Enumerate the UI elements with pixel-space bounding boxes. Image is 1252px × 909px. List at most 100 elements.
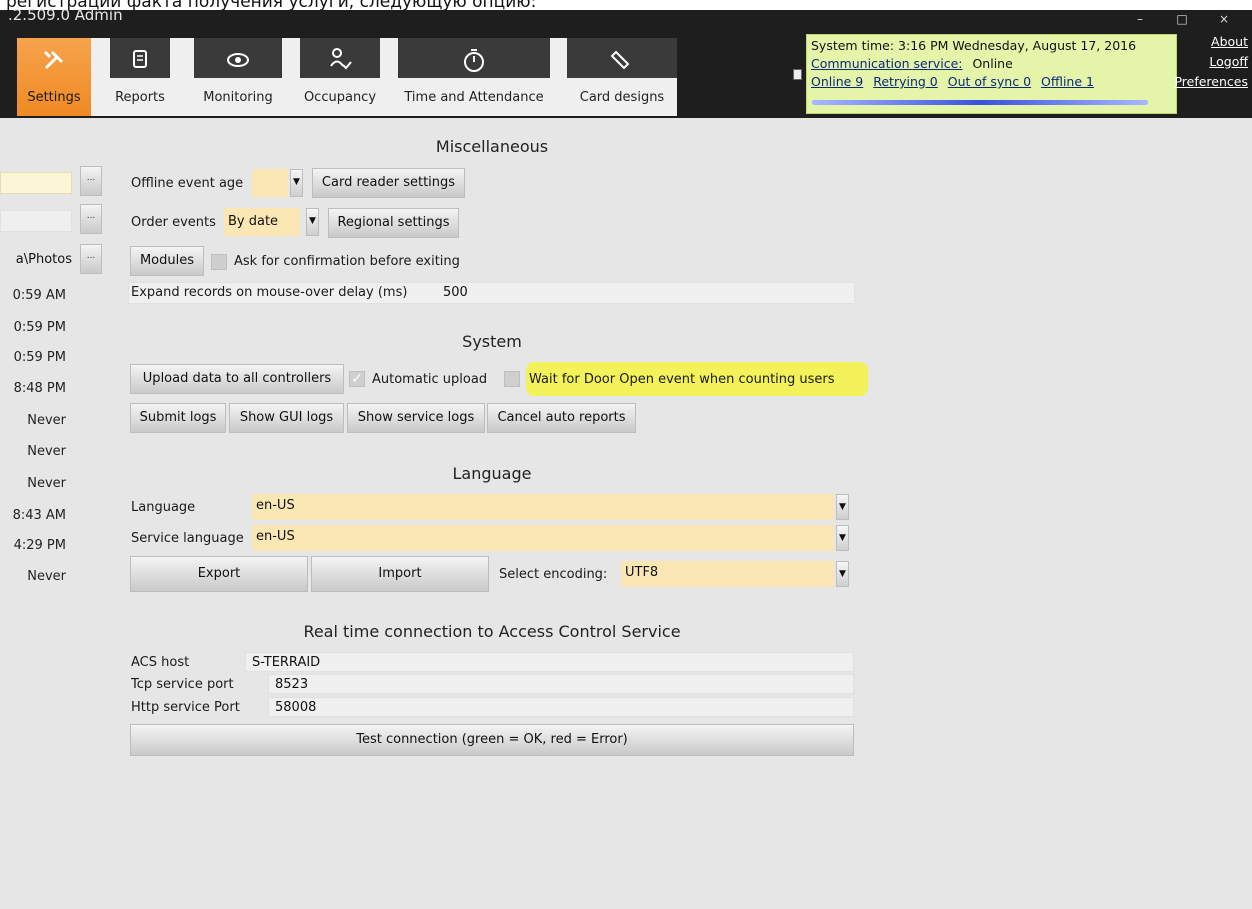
- chevron-down-icon[interactable]: ▼: [836, 561, 849, 587]
- submit-logs-button[interactable]: Submit logs: [130, 403, 226, 433]
- comm-service-value: Online: [972, 56, 1013, 71]
- left-value: 0:59 PM: [13, 320, 66, 335]
- modules-button[interactable]: Modules: [130, 246, 204, 276]
- offline-link[interactable]: Offline 1: [1041, 74, 1094, 89]
- encoding-select[interactable]: UTF8: [621, 561, 834, 587]
- panel-toggle[interactable]: [793, 69, 802, 80]
- comm-service-line: Communication service: Online: [811, 55, 1013, 73]
- tab-time-and-attendance[interactable]: Time and Attendance: [398, 38, 550, 116]
- tab-label: Time and Attendance: [404, 90, 544, 105]
- system-time-value: 3:16 PM Wednesday, August 17, 2016: [898, 38, 1137, 53]
- ask-confirm-checkbox[interactable]: [211, 254, 227, 270]
- online-link[interactable]: Online 9: [811, 74, 863, 89]
- card-reader-settings-button[interactable]: Card reader settings: [312, 168, 465, 198]
- language-select[interactable]: en-US: [252, 494, 834, 520]
- ask-confirm-label: Ask for confirmation before exiting: [234, 254, 460, 269]
- offline-event-age-label: Offline event age: [131, 176, 244, 191]
- offline-event-age-select[interactable]: [252, 169, 288, 197]
- person-check-icon: [300, 44, 380, 80]
- test-connection-button[interactable]: Test connection (green = OK, red = Error…: [130, 724, 854, 756]
- about-link[interactable]: About: [1211, 34, 1248, 49]
- left-value: Never: [27, 569, 66, 584]
- wait-door-open-label: Wait for Door Open event when counting u…: [529, 372, 835, 387]
- left-path-field-2[interactable]: [0, 210, 72, 232]
- section-title-language: Language: [452, 464, 532, 483]
- left-value: 0:59 PM: [13, 350, 66, 365]
- show-gui-logs-button[interactable]: Show GUI logs: [229, 403, 344, 433]
- left-value: Never: [27, 444, 66, 459]
- browse-button-3[interactable]: ...: [80, 244, 102, 274]
- expand-delay-input[interactable]: 500: [443, 285, 468, 300]
- documents-icon: [110, 44, 170, 80]
- http-port-input[interactable]: 58008: [268, 697, 854, 717]
- eye-icon: [194, 44, 282, 80]
- tcp-port-label: Tcp service port: [131, 677, 234, 692]
- main-tabs: Settings Reports Monitoring Occupancy Ti…: [17, 34, 677, 116]
- controller-counts: Online 9 Retrying 0 Out of sync 0 Offlin…: [811, 73, 1100, 91]
- regional-settings-button[interactable]: Regional settings: [328, 208, 459, 238]
- comm-service-link[interactable]: Communication service:: [811, 56, 962, 71]
- preferences-link[interactable]: Preferences: [1174, 74, 1248, 89]
- tab-occupancy[interactable]: Occupancy: [300, 38, 380, 116]
- window-title: .2.509.0 Admin: [8, 6, 123, 24]
- close-button[interactable]: ×: [1210, 10, 1238, 34]
- expand-delay-label: Expand records on mouse-over delay (ms): [131, 285, 408, 300]
- show-service-logs-button[interactable]: Show service logs: [347, 403, 485, 433]
- chevron-down-icon[interactable]: ▼: [836, 494, 849, 520]
- tab-label: Monitoring: [203, 90, 273, 105]
- import-button[interactable]: Import: [311, 556, 489, 592]
- browse-button-1[interactable]: ...: [80, 166, 102, 196]
- tab-reports[interactable]: Reports: [110, 38, 170, 116]
- acs-host-input[interactable]: S-TERRAID: [245, 652, 854, 672]
- photos-path: a\Photos: [15, 252, 72, 267]
- title-bar: .2.509.0 Admin – □ ×: [0, 6, 1252, 34]
- out-of-sync-link[interactable]: Out of sync 0: [948, 74, 1031, 89]
- export-button[interactable]: Export: [130, 556, 308, 592]
- cancel-auto-reports-button[interactable]: Cancel auto reports: [487, 403, 636, 433]
- section-title-system: System: [462, 332, 522, 351]
- left-path-field-1[interactable]: [0, 172, 72, 194]
- service-language-label: Service language: [131, 531, 244, 546]
- section-title-miscellaneous: Miscellaneous: [435, 137, 549, 156]
- upload-all-button[interactable]: Upload data to all controllers: [130, 364, 344, 394]
- automatic-upload-label: Automatic upload: [372, 372, 488, 387]
- maximize-button[interactable]: □: [1168, 10, 1196, 34]
- order-events-label: Order events: [131, 215, 216, 230]
- top-links: About Logoff Preferences: [1174, 34, 1252, 116]
- system-time-label: System time:: [811, 38, 895, 53]
- card-icon: [567, 44, 677, 80]
- chevron-down-icon[interactable]: ▼: [290, 169, 303, 197]
- http-port-label: Http service Port: [131, 700, 240, 715]
- tab-card-designs[interactable]: Card designs: [567, 38, 677, 116]
- section-title-real-time-connection: Real time connection to Access Control S…: [303, 622, 681, 641]
- retrying-link[interactable]: Retrying 0: [873, 74, 938, 89]
- page-caption: регистрации факта получения услуги, след…: [6, 0, 537, 10]
- encoding-label: Select encoding:: [499, 567, 608, 582]
- tab-label: Card designs: [579, 90, 665, 105]
- tab-label: Occupancy: [303, 90, 377, 105]
- browse-button-2[interactable]: ...: [80, 204, 102, 234]
- tab-monitoring[interactable]: Monitoring: [194, 38, 282, 116]
- left-value: 4:29 PM: [13, 538, 66, 553]
- system-time-line: System time: 3:16 PM Wednesday, August 1…: [811, 37, 1136, 55]
- tab-settings[interactable]: Settings: [17, 38, 91, 116]
- order-events-select[interactable]: By date: [224, 208, 300, 236]
- automatic-upload-checkbox[interactable]: ✓: [349, 371, 365, 387]
- left-value: Never: [27, 413, 66, 428]
- tcp-port-input[interactable]: 8523: [268, 674, 854, 694]
- wait-door-open-checkbox[interactable]: [504, 371, 520, 387]
- tab-label: Settings: [27, 90, 81, 105]
- service-language-select[interactable]: en-US: [252, 525, 834, 551]
- status-progress-bar: [812, 100, 1148, 105]
- stopwatch-icon: [398, 44, 550, 80]
- left-value: 0:59 AM: [12, 288, 66, 303]
- acs-host-label: ACS host: [131, 655, 190, 670]
- left-value: 8:48 PM: [13, 381, 66, 396]
- logoff-link[interactable]: Logoff: [1209, 54, 1248, 69]
- chevron-down-icon[interactable]: ▼: [836, 525, 849, 551]
- wrench-screwdriver-icon: [17, 44, 91, 80]
- chevron-down-icon[interactable]: ▼: [306, 208, 319, 236]
- left-value: Never: [27, 476, 66, 491]
- tab-label: Reports: [115, 90, 165, 105]
- minimize-button[interactable]: –: [1126, 10, 1154, 34]
